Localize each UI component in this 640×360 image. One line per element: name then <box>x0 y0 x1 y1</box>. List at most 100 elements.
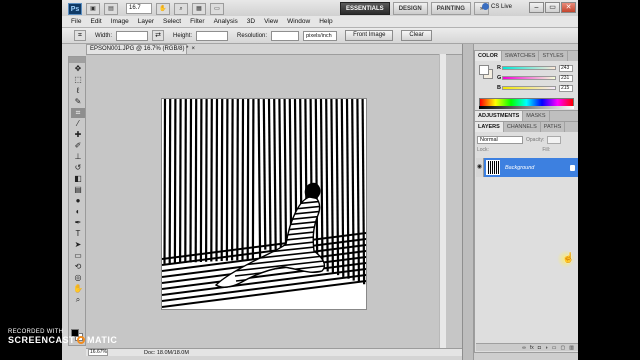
blur-tool-icon[interactable]: ● <box>71 196 85 206</box>
launch-bridge-button[interactable]: ▣ <box>86 2 100 15</box>
marquee-tool-icon[interactable]: ⬚ <box>71 75 85 85</box>
menu-analysis[interactable]: Analysis <box>214 18 238 25</box>
green-value[interactable]: 231 <box>559 74 573 82</box>
red-slider[interactable] <box>502 66 556 70</box>
grayscale-ramp[interactable] <box>479 106 574 109</box>
letterbox-left <box>0 0 62 360</box>
shape-tool-icon[interactable]: ▭ <box>71 251 85 261</box>
document-tab-title: EPSON001.JPG @ 16.7% (RGB/8) * <box>90 46 189 52</box>
color-panel-tabs: COLOR SWATCHES STYLES <box>475 51 578 61</box>
tab-adjustments[interactable]: ADJUSTMENTS <box>475 111 524 121</box>
layers-panel-footer: ∞ fx ◘ ◑ ▭ ▢ ▥ <box>476 343 578 351</box>
tab-styles[interactable]: STYLES <box>539 51 568 61</box>
clone-stamp-tool-icon[interactable]: ⊥ <box>71 152 85 162</box>
history-brush-tool-icon[interactable]: ↺ <box>71 163 85 173</box>
tab-paths[interactable]: PATHS <box>541 122 566 132</box>
adjustment-layer-icon[interactable]: ◑ <box>545 345 548 351</box>
close-button[interactable]: ✕ <box>561 2 576 13</box>
image-canvas[interactable] <box>161 98 367 309</box>
document-close-icon[interactable]: × <box>191 46 195 52</box>
crop-tool-icon[interactable]: ⌗ <box>71 108 85 118</box>
launch-mini-bridge-button[interactable]: ▤ <box>104 2 118 15</box>
menu-help[interactable]: Help <box>319 18 332 25</box>
zoom-level-field[interactable]: 16.7 <box>126 3 152 14</box>
layer-style-icon[interactable]: fx <box>530 345 534 351</box>
zoom-tool-icon[interactable]: ⌕ <box>71 295 85 305</box>
menu-view[interactable]: View <box>264 18 278 25</box>
crop-tool-preset-icon[interactable]: ⌗ <box>74 30 86 41</box>
watermark-o-icon <box>77 336 86 344</box>
dodge-tool-icon[interactable]: ◐ <box>71 207 85 217</box>
zoom-icon[interactable]: ⌕ <box>174 2 188 15</box>
arrange-documents-icon[interactable]: ▦ <box>192 2 206 15</box>
menu-select[interactable]: Select <box>163 18 181 25</box>
healing-brush-tool-icon[interactable]: ✚ <box>71 130 85 140</box>
workspace-essentials[interactable]: ESSENTIALS <box>340 2 390 15</box>
clear-button[interactable]: Clear <box>401 30 432 41</box>
swap-dimensions-icon[interactable]: ⇄ <box>152 30 165 41</box>
width-field[interactable] <box>116 30 149 41</box>
tab-layers[interactable]: LAYERS <box>475 122 504 132</box>
hand-icon[interactable]: ✋ <box>156 2 170 15</box>
document-tab[interactable]: EPSON001.JPG @ 16.7% (RGB/8) * × <box>86 44 195 54</box>
status-zoom-field[interactable]: 16.67% <box>88 349 108 356</box>
gradient-tool-icon[interactable]: ▤ <box>71 185 85 195</box>
type-tool-icon[interactable]: T <box>71 229 85 239</box>
path-selection-tool-icon[interactable]: ➤ <box>71 240 85 250</box>
resolution-unit-select[interactable]: pixels/inch <box>303 30 338 41</box>
brush-tool-icon[interactable]: ✐ <box>71 141 85 151</box>
blend-mode-select[interactable]: Normal <box>477 135 523 144</box>
new-layer-icon[interactable]: ▢ <box>561 345 566 351</box>
menu-window[interactable]: Window <box>287 18 310 25</box>
foreground-color-preview[interactable] <box>479 65 489 75</box>
layers-panel-tabs: LAYERS CHANNELS PATHS <box>475 122 578 132</box>
cs-live-button[interactable]: CS Live <box>482 3 512 10</box>
3d-rotate-tool-icon[interactable]: ⟲ <box>71 262 85 272</box>
pen-tool-icon[interactable]: ✒ <box>71 218 85 228</box>
new-group-icon[interactable]: ▭ <box>552 345 557 351</box>
maximize-button[interactable]: ▭ <box>545 2 560 13</box>
menu-file[interactable]: File <box>71 18 81 25</box>
width-label: Width: <box>95 32 113 39</box>
tools-panel: ✥ ⬚ ℓ ✎ ⌗ ⁄ ✚ ✐ ⊥ ↺ ◧ ▤ ● ◐ ✒ T ➤ ▭ ⟲ ◎ … <box>68 56 86 346</box>
workspace-painting[interactable]: PAINTING <box>430 2 471 15</box>
layer-name[interactable]: Background <box>505 165 534 171</box>
red-value[interactable]: 243 <box>559 64 573 72</box>
menu-image[interactable]: Image <box>111 18 129 25</box>
resolution-field[interactable] <box>271 30 300 41</box>
minimize-button[interactable]: – <box>529 2 544 13</box>
lock-label: Lock: <box>477 147 489 153</box>
document-canvas-area[interactable] <box>86 54 463 348</box>
tab-channels[interactable]: CHANNELS <box>504 122 541 132</box>
eraser-tool-icon[interactable]: ◧ <box>71 174 85 184</box>
opacity-field[interactable] <box>547 135 562 144</box>
menu-filter[interactable]: Filter <box>190 18 204 25</box>
add-mask-icon[interactable]: ◘ <box>538 345 541 351</box>
tools-panel-header[interactable] <box>69 57 85 63</box>
blue-slider[interactable] <box>502 86 556 90</box>
workspace-design[interactable]: DESIGN <box>392 2 428 15</box>
menu-edit[interactable]: Edit <box>90 18 101 25</box>
layer-row-background[interactable]: ◉ Background <box>476 158 578 177</box>
3d-orbit-tool-icon[interactable]: ◎ <box>71 273 85 283</box>
layer-thumbnail <box>486 160 500 175</box>
green-slider[interactable] <box>502 76 556 80</box>
eyedropper-tool-icon[interactable]: ⁄ <box>71 119 85 129</box>
screen-mode-icon[interactable]: ▭ <box>210 2 224 15</box>
quick-select-tool-icon[interactable]: ✎ <box>71 97 85 107</box>
hand-tool-icon[interactable]: ✋ <box>71 284 85 294</box>
move-tool-icon[interactable]: ✥ <box>71 64 85 74</box>
menu-3d[interactable]: 3D <box>247 18 255 25</box>
vertical-scrollbar[interactable] <box>439 54 446 348</box>
eye-visibility-icon[interactable]: ◉ <box>476 158 484 177</box>
blue-value[interactable]: 215 <box>559 84 573 92</box>
lasso-tool-icon[interactable]: ℓ <box>71 86 85 96</box>
height-field[interactable] <box>196 30 229 41</box>
front-image-button[interactable]: Front Image <box>345 30 394 41</box>
menu-layer[interactable]: Layer <box>138 18 154 25</box>
tab-color[interactable]: COLOR <box>475 51 502 61</box>
trash-icon[interactable]: ▥ <box>569 345 574 351</box>
tab-masks[interactable]: MASKS <box>523 111 550 121</box>
link-layers-icon[interactable]: ∞ <box>522 345 526 351</box>
tab-swatches[interactable]: SWATCHES <box>502 51 540 61</box>
